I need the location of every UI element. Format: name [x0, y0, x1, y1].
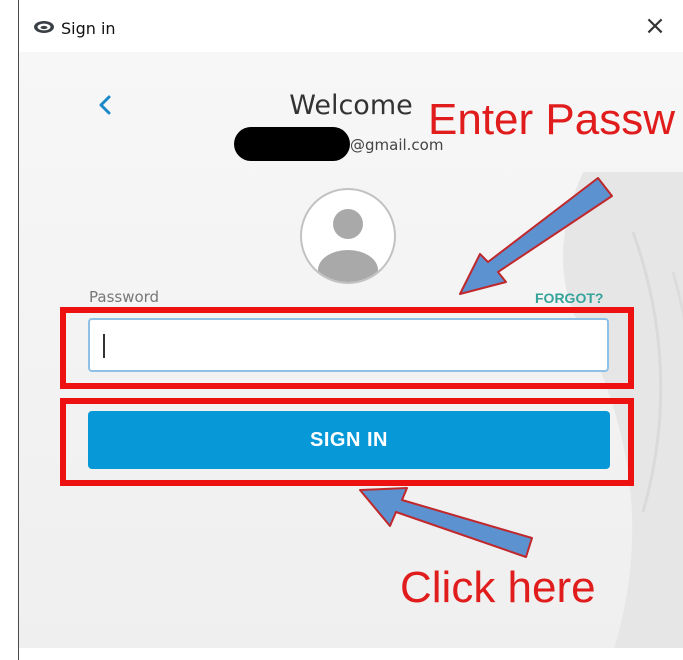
forgot-password-link[interactable]: FORGOT?	[535, 290, 603, 306]
sign-in-button[interactable]: SIGN IN	[88, 411, 610, 469]
cloud-app-icon	[34, 21, 54, 33]
background-decoration	[563, 172, 683, 648]
title-bar: Sign in ×	[19, 0, 683, 58]
redacted-email-user	[234, 127, 350, 161]
window-title: Sign in	[61, 19, 116, 38]
password-input[interactable]	[88, 318, 609, 372]
close-button[interactable]: ×	[641, 12, 669, 40]
password-label: Password	[89, 288, 160, 306]
user-avatar-icon	[300, 188, 396, 284]
signin-panel: Welcome @gmail.com Password FORGOT? SIGN…	[19, 52, 683, 648]
email-domain: @gmail.com	[350, 136, 444, 154]
text-caret	[103, 334, 105, 358]
welcome-heading: Welcome	[289, 90, 413, 121]
